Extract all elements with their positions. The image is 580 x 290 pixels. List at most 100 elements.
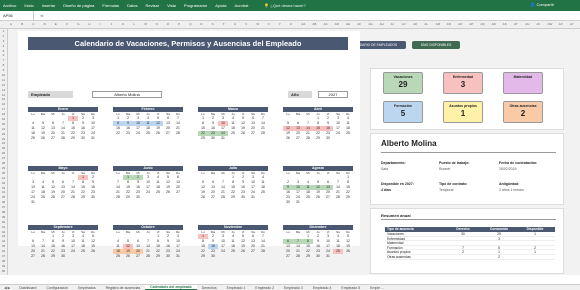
ribbon-tab-ayuda[interactable]: Ayuda [215,3,226,8]
column-header[interactable]: U [234,22,236,26]
day-cell[interactable]: 25 [228,249,238,254]
day-cell[interactable]: 26 [153,131,163,136]
day-cell[interactable]: 27 [133,254,143,259]
day-cell[interactable]: 25 [333,249,343,254]
column-header[interactable]: AU [525,22,529,26]
column-header[interactable]: A [10,22,12,26]
column-header[interactable]: V [245,22,247,26]
column-header[interactable]: AO [458,22,462,26]
column-header[interactable]: AV [536,22,540,26]
day-cell[interactable]: 30 [323,136,333,141]
column-header[interactable]: AM [436,22,441,26]
day-cell[interactable]: 27 [208,195,218,200]
column-header[interactable]: AY [570,22,574,26]
ribbon-tab-inicio[interactable]: Inicio [24,3,33,8]
nav-button-d-as-disponibles[interactable]: DÍAS DISPONIBLES [412,41,460,49]
day-cell[interactable]: 24 [333,131,343,136]
sheet-tab[interactable]: Empleado 1 [222,286,251,290]
day-cell[interactable]: 31 [248,195,258,200]
day-cell[interactable]: 27 [248,131,258,136]
ribbon-tab-datos[interactable]: Datos [127,3,137,8]
day-cell[interactable]: 25 [28,136,38,141]
day-cell[interactable]: 30 [133,195,143,200]
column-header[interactable]: M [144,22,147,26]
column-header[interactable]: AI [391,22,394,26]
day-cell[interactable]: 27 [323,195,333,200]
column-header[interactable]: Q [189,22,191,26]
day-cell[interactable]: 28 [258,131,268,136]
column-header[interactable]: B [21,22,23,26]
column-header[interactable]: K [122,22,124,26]
day-cell[interactable]: 29 [78,195,88,200]
ribbon-tab-acrobat[interactable]: Acrobat [235,3,249,8]
column-header[interactable]: AA [301,22,305,26]
day-cell[interactable]: 30 [238,195,248,200]
day-cell[interactable]: 27 [173,190,183,195]
day-cell[interactable]: 29 [48,254,58,259]
day-cell[interactable]: 28 [113,195,123,200]
column-header[interactable]: N [156,22,158,26]
day-cell[interactable]: 28 [303,136,313,141]
column-header[interactable]: P [178,22,180,26]
day-cell[interactable]: 29 [198,136,208,141]
day-cell[interactable]: 23 [123,131,133,136]
column-header[interactable]: AK [413,22,417,26]
column-header[interactable]: F [66,22,68,26]
row-header[interactable]: 50 [0,269,7,274]
day-cell[interactable]: 29 [343,195,353,200]
day-cell[interactable]: 31 [173,254,183,259]
column-header[interactable]: AP [469,22,473,26]
day-cell[interactable]: 26 [313,195,323,200]
day-cell[interactable]: 27 [48,136,58,141]
ribbon-tab-revisar[interactable]: Revisar [146,3,160,8]
day-cell[interactable]: 25 [153,190,163,195]
column-header[interactable]: AQ [480,22,484,26]
formula-input[interactable] [50,11,580,21]
ribbon-tab-insertar[interactable]: Insertar [42,3,56,8]
day-cell[interactable]: 29 [228,195,238,200]
sheet-tab[interactable]: Empleado 4 [308,286,337,290]
day-cell[interactable]: 27 [28,254,38,259]
day-cell[interactable]: 31 [88,136,98,141]
column-header[interactable]: AN [447,22,451,26]
day-cell[interactable]: 28 [173,131,183,136]
column-header[interactable]: C [32,22,34,26]
day-cell[interactable]: 26 [238,249,248,254]
day-cell[interactable]: 25 [258,190,268,195]
column-header[interactable]: W [256,22,259,26]
column-header[interactable]: I [100,22,101,26]
column-header[interactable]: AD [335,22,339,26]
name-box[interactable]: AP56 [0,10,34,21]
day-cell[interactable]: 25 [38,195,48,200]
day-cell[interactable]: 30 [313,254,323,259]
day-cell[interactable]: 28 [293,254,303,259]
sheet-tab[interactable]: Empleado 3 [279,286,308,290]
fx-icon[interactable]: fx [34,13,50,18]
sheet-tab[interactable]: Empleado 5 [336,286,365,290]
column-header[interactable]: S [212,22,214,26]
day-cell[interactable]: 29 [68,136,78,141]
sheet-tab[interactable]: Emple ... [365,286,389,290]
column-header[interactable]: AL [424,22,428,26]
column-header[interactable]: AC [324,22,328,26]
day-cell[interactable]: 26 [283,136,293,141]
column-header[interactable]: AB [312,22,316,26]
column-header[interactable]: J [111,22,113,26]
day-cell[interactable]: 26 [38,136,48,141]
day-cell[interactable]: 30 [58,254,68,259]
day-cell[interactable]: 25 [228,131,238,136]
day-cell[interactable]: 25 [113,254,123,259]
day-cell[interactable]: 31 [323,254,333,259]
day-cell[interactable]: 30 [88,195,98,200]
column-header[interactable]: AR [492,22,496,26]
day-cell[interactable]: 25 [78,249,88,254]
column-header[interactable]: AW [548,22,553,26]
day-cell[interactable]: 26 [238,131,248,136]
day-cell[interactable]: 28 [333,195,343,200]
ribbon-tab-vista[interactable]: Vista [167,3,176,8]
day-cell[interactable]: 28 [143,254,153,259]
day-cell[interactable]: 27 [58,195,68,200]
sheet-tab[interactable]: Empleados [73,286,101,290]
column-header[interactable]: D [44,22,46,26]
day-cell[interactable]: 24 [143,190,153,195]
